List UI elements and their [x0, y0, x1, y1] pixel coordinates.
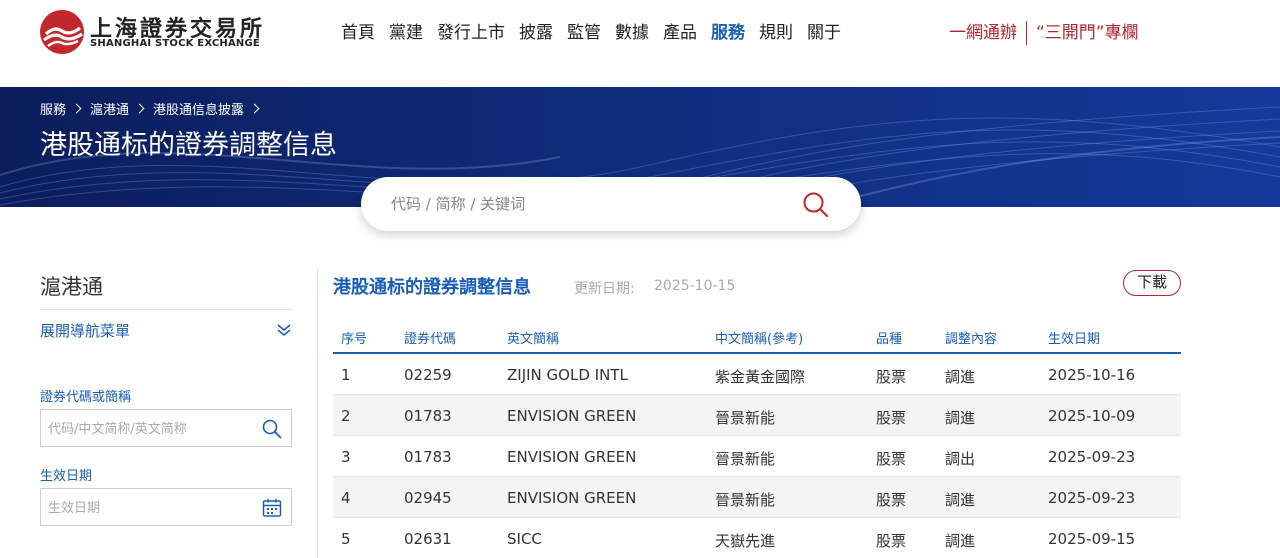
cell-adj: 調進: [945, 491, 976, 509]
update-date-label: 更新日期:: [574, 281, 635, 297]
column-header: 證券代碼: [404, 332, 457, 347]
chevron-right-icon: [249, 103, 260, 114]
cell-adj: 調出: [945, 450, 976, 468]
cell-en: SICC: [507, 530, 542, 548]
cell-no: 4: [341, 489, 351, 507]
breadcrumb: 服務 滬港通 港股通信息披露: [40, 99, 268, 118]
nav-item-6[interactable]: 產品: [656, 20, 704, 46]
cell-code: 02945: [404, 489, 452, 507]
sse-emblem-icon: [40, 10, 84, 54]
cell-adj: 調進: [945, 368, 976, 386]
breadcrumb-item[interactable]: 服務: [40, 99, 66, 118]
cell-type: 股票: [876, 532, 907, 550]
double-chevron-down-icon: [276, 322, 292, 338]
section-title: 港股通标的證券調整信息: [333, 277, 531, 298]
chevron-right-icon: [71, 103, 82, 114]
sidebar-title: 滬港通: [40, 268, 292, 310]
logo-name-en: SHANGHAI STOCK EXCHANGE: [90, 38, 260, 49]
cell-en: ZIJIN GOLD INTL: [507, 366, 628, 384]
security-code-input[interactable]: [48, 418, 248, 440]
site-header: 上海證券交易所 SHANGHAI STOCK EXCHANGE 首頁 黨建 發行上市…: [0, 0, 1280, 87]
cell-adj: 調進: [945, 532, 976, 550]
column-header: 序号: [341, 332, 368, 347]
nav-item-3[interactable]: 披露: [512, 20, 560, 46]
effective-date-input[interactable]: [48, 497, 248, 519]
sse-logo[interactable]: 上海證券交易所 SHANGHAI STOCK EXCHANGE: [40, 10, 262, 54]
search-icon[interactable]: [261, 418, 283, 440]
table-row: 1 02259 ZIJIN GOLD INTL 紫金黃金國際 股票 調進 2025-10-1…: [333, 354, 1181, 395]
cell-en: ENVISION GREEN: [507, 407, 637, 425]
cell-code: 02259: [404, 366, 452, 384]
effective-date-label: 生效日期: [40, 469, 93, 484]
nav-item-0[interactable]: 首頁: [334, 20, 382, 46]
page-title: 港股通标的證券調整信息: [40, 130, 337, 161]
search-input[interactable]: [391, 189, 781, 219]
three-doors-column-link[interactable]: “三開門”專欄: [1027, 20, 1148, 46]
column-divider: [317, 268, 318, 558]
cell-code: 01783: [404, 448, 452, 466]
nav-item-2[interactable]: 發行上市: [430, 20, 512, 46]
nav-item-4[interactable]: 監管: [560, 20, 608, 46]
cell-en: ENVISION GREEN: [507, 448, 637, 466]
cell-code: 02631: [404, 530, 452, 548]
column-header: 調整內容: [945, 332, 998, 347]
security-code-field: [40, 409, 292, 447]
nav-item-5[interactable]: 數據: [608, 20, 656, 46]
cell-type: 股票: [876, 368, 907, 386]
nav-item-9[interactable]: 關于: [800, 20, 848, 46]
cell-no: 3: [341, 448, 351, 466]
table-header: 序号 證券代碼 英文簡稱 中文簡稱(參考) 品種 調整內容 生效日期: [333, 321, 1181, 354]
main-nav: 首頁 黨建 發行上市 披露 監管 數據 產品 服務 規則 關于: [334, 20, 848, 46]
column-header: 品種: [876, 332, 903, 347]
cell-type: 股票: [876, 409, 907, 427]
breadcrumb-item[interactable]: 滬港通: [90, 99, 129, 118]
cell-no: 1: [341, 366, 351, 384]
cell-date: 2025-09-23: [1048, 448, 1136, 466]
cell-en: ENVISION GREEN: [507, 489, 637, 507]
table-row: 5 02631 SICC 天嶽先進 股票 調進 2025-09-15: [333, 518, 1181, 558]
cell-date: 2025-09-23: [1048, 489, 1136, 507]
chevron-right-icon: [134, 103, 145, 114]
update-date-value: 2025-10-15: [654, 278, 736, 294]
expand-nav-menu-toggle[interactable]: 展開導航菜單: [40, 310, 292, 350]
utility-links: 一網通辦 “三開門”專欄: [940, 20, 1148, 46]
column-header: 中文簡稱(參考): [715, 332, 804, 347]
cell-date: 2025-10-16: [1048, 366, 1136, 384]
cell-code: 01783: [404, 407, 452, 425]
download-button[interactable]: 下載: [1123, 270, 1181, 296]
cell-type: 股票: [876, 491, 907, 509]
global-search: [361, 177, 861, 231]
calendar-icon[interactable]: [261, 497, 283, 519]
cell-cn: 紫金黃金國際: [715, 368, 806, 386]
nav-item-8[interactable]: 規則: [752, 20, 800, 46]
column-header: 生效日期: [1048, 332, 1101, 347]
effective-date-field: [40, 488, 292, 526]
nav-item-1[interactable]: 黨建: [382, 20, 430, 46]
cell-date: 2025-10-09: [1048, 407, 1136, 425]
cell-cn: 晉景新能: [715, 450, 776, 468]
cell-cn: 晉景新能: [715, 409, 776, 427]
table-row: 2 01783 ENVISION GREEN 晉景新能 股票 調進 2025-10-09: [333, 395, 1181, 436]
table-body: 1 02259 ZIJIN GOLD INTL 紫金黃金國際 股票 調進 2025-10-1…: [333, 354, 1181, 558]
cell-cn: 晉景新能: [715, 491, 776, 509]
expand-nav-label: 展開導航菜單: [40, 322, 131, 340]
cell-date: 2025-09-15: [1048, 530, 1136, 548]
adjustment-table: 序号 證券代碼 英文簡稱 中文簡稱(參考) 品種 調整內容 生效日期 1 02259 ZIJIN…: [333, 321, 1181, 558]
one-stop-service-link[interactable]: 一網通辦: [940, 20, 1026, 46]
cell-no: 5: [341, 530, 351, 548]
nav-item-7[interactable]: 服務: [704, 20, 752, 46]
sidebar: 滬港通 展開導航菜單 證券代碼或簡稱 生效日期: [40, 268, 292, 526]
security-code-label: 證券代碼或簡稱: [40, 390, 132, 405]
cell-type: 股票: [876, 450, 907, 468]
breadcrumb-item[interactable]: 港股通信息披露: [153, 99, 244, 118]
table-row: 4 02945 ENVISION GREEN 晉景新能 股票 調進 2025-09-23: [333, 477, 1181, 518]
cell-no: 2: [341, 407, 351, 425]
cell-cn: 天嶽先進: [715, 532, 776, 550]
search-icon[interactable]: [801, 190, 831, 220]
column-header: 英文簡稱: [507, 332, 560, 347]
cell-adj: 調進: [945, 409, 976, 427]
table-row: 3 01783 ENVISION GREEN 晉景新能 股票 調出 2025-09-23: [333, 436, 1181, 477]
